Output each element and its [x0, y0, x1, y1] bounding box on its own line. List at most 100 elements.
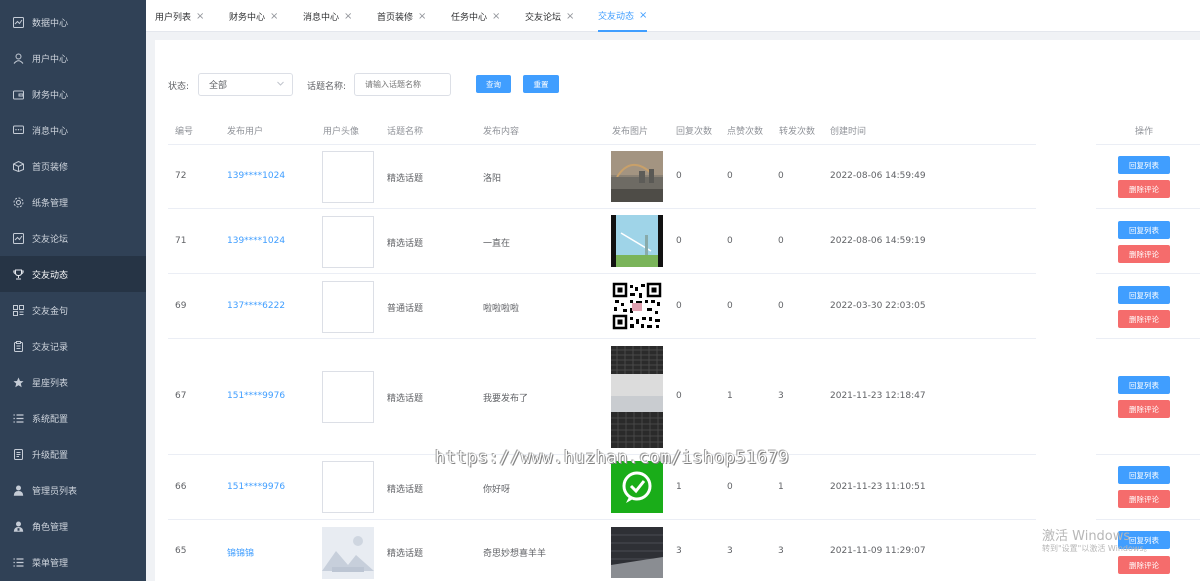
reply-list-button[interactable]: 回复列表 — [1118, 466, 1170, 484]
post-image[interactable] — [611, 151, 663, 202]
cell-topic: 普通话题 — [387, 304, 424, 314]
sidebar-item-finance-center[interactable]: 财务中心 — [0, 76, 146, 112]
status-label: 状态: — [168, 82, 190, 92]
cell-content: 你好呀 — [483, 485, 511, 495]
sidebar-item-dynamics[interactable]: 交友动态 — [0, 256, 146, 292]
sidebar-item-quotes[interactable]: 交友金句 — [0, 292, 146, 328]
list-icon — [13, 413, 24, 424]
sidebar-item-label: 纸条管理 — [32, 198, 69, 209]
cell-shares: 1 — [778, 482, 784, 492]
delete-comment-button[interactable]: 删除评论 — [1118, 556, 1170, 574]
delete-comment-button[interactable]: 删除评论 — [1118, 180, 1170, 198]
tab-user-list[interactable]: 用户列表 × — [155, 0, 204, 32]
sidebar-item-role-management[interactable]: 角色管理 — [0, 508, 146, 544]
sidebar-item-label: 星座列表 — [32, 378, 69, 389]
reply-list-button[interactable]: 回复列表 — [1118, 221, 1170, 239]
post-image[interactable] — [611, 346, 663, 396]
post-image[interactable] — [611, 396, 663, 448]
delete-comment-button[interactable]: 删除评论 — [1118, 245, 1170, 263]
close-icon[interactable]: × — [566, 11, 574, 22]
tab-home-decoration[interactable]: 首页装修 × — [377, 0, 426, 32]
cell-id: 72 — [175, 171, 187, 181]
cell-likes: 1 — [727, 391, 733, 401]
chart-icon — [13, 16, 24, 28]
reply-list-button[interactable]: 回复列表 — [1118, 156, 1170, 174]
row-divider — [168, 338, 1036, 339]
close-icon[interactable]: × — [344, 11, 352, 22]
sidebar-item-upgrade-config[interactable]: 升级配置 — [0, 436, 146, 472]
sidebar-item-admin-list[interactable]: 管理员列表 — [0, 472, 146, 508]
sidebar-item-label: 财务中心 — [32, 90, 69, 101]
row-divider — [168, 519, 1036, 520]
header-shares: 转发次数 — [779, 127, 816, 137]
cell-likes: 3 — [727, 546, 733, 556]
sidebar-item-constellations[interactable]: 星座列表 — [0, 364, 146, 400]
close-icon[interactable]: × — [270, 11, 278, 22]
sidebar-item-message-center[interactable]: 消息中心 — [0, 112, 146, 148]
grid-icon — [13, 304, 24, 316]
cell-topic: 精选话题 — [387, 239, 424, 249]
delete-comment-button[interactable]: 删除评论 — [1118, 490, 1170, 508]
row-divider — [168, 208, 1036, 209]
sidebar-item-home-decoration[interactable]: 首页装修 — [0, 148, 146, 184]
document-icon — [13, 448, 24, 460]
sidebar-item-label: 管理员列表 — [32, 486, 78, 497]
sidebar-item-note-management[interactable]: 纸条管理 — [0, 184, 146, 220]
cell-created: 2022-08-06 14:59:49 — [830, 171, 926, 181]
close-icon[interactable]: × — [418, 11, 426, 22]
cell-likes: 0 — [727, 236, 733, 246]
tab-message-center[interactable]: 消息中心 × — [303, 0, 352, 32]
post-image[interactable] — [611, 215, 663, 267]
message-icon — [13, 125, 24, 136]
sidebar-item-label: 数据中心 — [32, 18, 69, 29]
cell-topic: 精选话题 — [387, 485, 424, 495]
cell-user-link[interactable]: 151****9976 — [227, 391, 285, 401]
sidebar-item-menu-management[interactable]: 菜单管理 — [0, 544, 146, 580]
sidebar-item-system-config[interactable]: 系统配置 — [0, 400, 146, 436]
header-created: 创建时间 — [830, 127, 867, 137]
cell-shares: 0 — [778, 301, 784, 311]
windows-activation-title: 激活 Windows — [1042, 529, 1131, 544]
sidebar: 数据中心 用户中心 财务中心 消息中心 首页装修 纸条管理 交友论坛 交友动态 … — [0, 0, 146, 581]
cell-topic: 精选话题 — [387, 174, 424, 184]
sidebar-item-forum[interactable]: 交友论坛 — [0, 220, 146, 256]
header-image: 发布图片 — [612, 127, 649, 137]
delete-comment-button[interactable]: 删除评论 — [1118, 310, 1170, 328]
cell-user-link[interactable]: 137****6222 — [227, 301, 285, 311]
sidebar-item-label: 菜单管理 — [32, 558, 69, 569]
close-icon[interactable]: × — [639, 10, 647, 21]
post-image[interactable] — [611, 281, 663, 331]
cell-user-link[interactable]: 151****9976 — [227, 482, 285, 492]
cell-replies: 0 — [676, 236, 682, 246]
tab-task-center[interactable]: 任务中心 × — [451, 0, 500, 32]
sidebar-item-records[interactable]: 交友记录 — [0, 328, 146, 364]
status-select[interactable]: 全部 — [198, 73, 293, 96]
search-button[interactable]: 查询 — [476, 75, 511, 93]
row-divider — [1096, 338, 1200, 339]
post-image[interactable] — [611, 461, 663, 513]
cell-replies: 0 — [676, 171, 682, 181]
cell-user-link[interactable]: 锦锦锦 — [227, 546, 254, 559]
reset-button[interactable]: 重置 — [523, 75, 559, 93]
tab-finance-center[interactable]: 财务中心 × — [229, 0, 278, 32]
cell-topic: 精选话题 — [387, 549, 424, 559]
row-divider — [168, 273, 1036, 274]
close-icon[interactable]: × — [196, 11, 204, 22]
cell-user-link[interactable]: 139****1024 — [227, 171, 285, 181]
sidebar-item-label: 用户中心 — [32, 54, 69, 65]
sidebar-item-user-center[interactable]: 用户中心 — [0, 40, 146, 76]
cell-user-link[interactable]: 139****1024 — [227, 236, 285, 246]
tab-forum[interactable]: 交友论坛 × — [525, 0, 574, 32]
topic-search-input[interactable] — [354, 73, 451, 96]
star-icon — [13, 377, 24, 388]
reply-list-button[interactable]: 回复列表 — [1118, 286, 1170, 304]
trophy-icon — [13, 269, 24, 280]
cell-replies: 3 — [676, 546, 682, 556]
post-image[interactable] — [611, 527, 663, 578]
close-icon[interactable]: × — [492, 11, 500, 22]
sidebar-item-data-center[interactable]: 数据中心 — [0, 4, 146, 40]
tab-dynamics[interactable]: 交友动态 × — [598, 0, 648, 32]
box-icon — [13, 160, 24, 172]
delete-comment-button[interactable]: 删除评论 — [1118, 400, 1170, 418]
reply-list-button[interactable]: 回复列表 — [1118, 376, 1170, 394]
